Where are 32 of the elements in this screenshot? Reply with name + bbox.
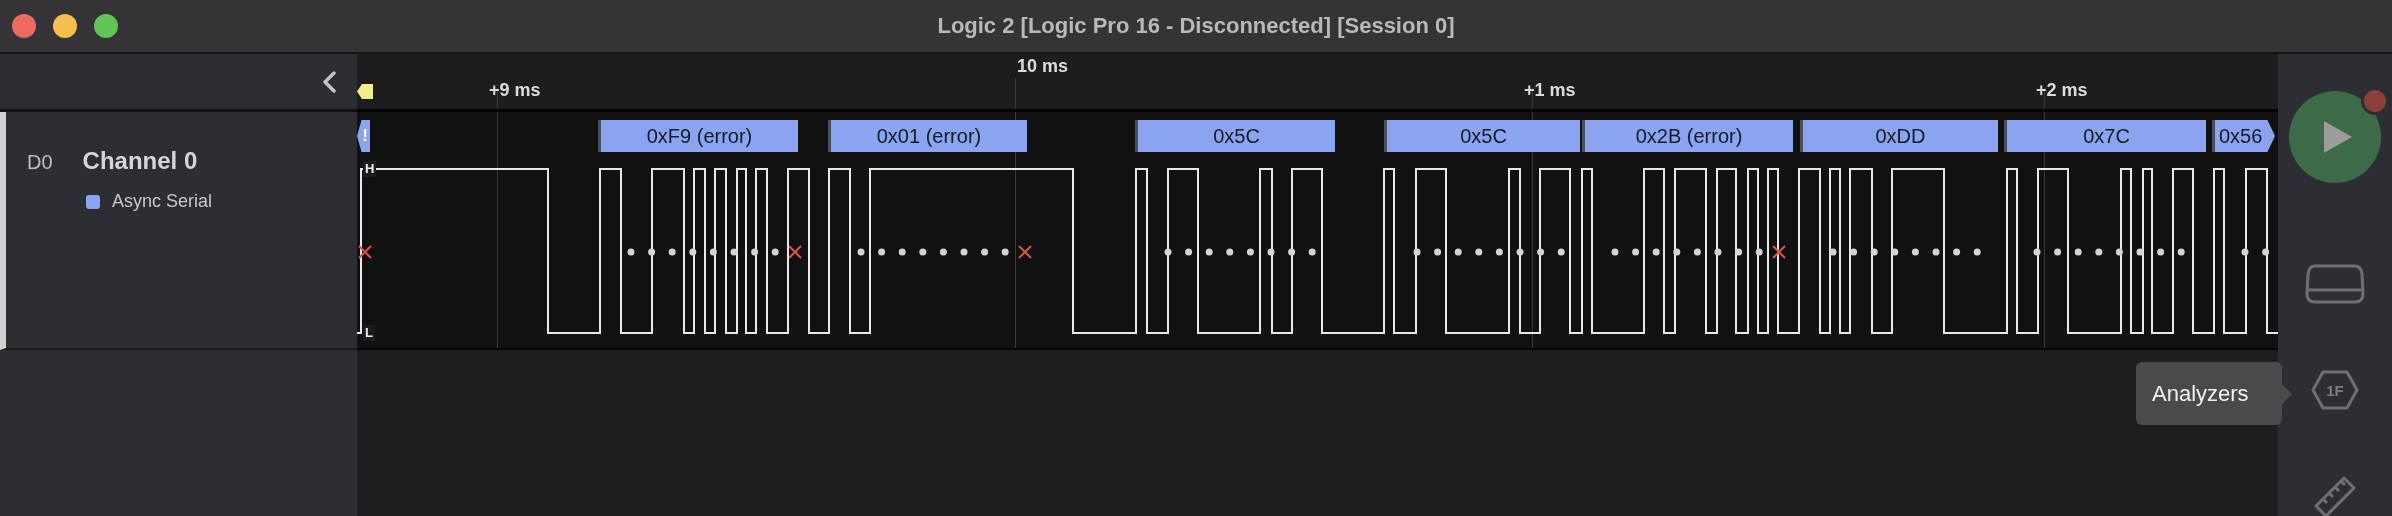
- analyzer-swatch: [86, 194, 100, 209]
- low-level-label: L: [363, 325, 375, 341]
- device-settings-button[interactable]: [2305, 264, 2365, 304]
- decoded-frame[interactable]: 0x01 (error): [828, 120, 1027, 152]
- time-tick-label: 10 ms: [1017, 56, 1069, 77]
- decoded-frame[interactable]: 0xF9 (error): [598, 120, 798, 152]
- ruler-icon: [2314, 476, 2356, 516]
- chevron-left-icon: [321, 70, 337, 93]
- time-tick-label: +9 ms: [489, 80, 541, 101]
- close-button[interactable]: [12, 14, 36, 38]
- tooltip-arrow: [2282, 384, 2292, 404]
- hexagon-icon: [2311, 370, 2359, 410]
- decoded-frame[interactable]: 0x56: [2212, 120, 2275, 152]
- decoded-frame[interactable]: 0x7C: [2004, 120, 2206, 152]
- decoded-frame[interactable]: 0x5C: [1384, 120, 1580, 152]
- marker-flag-icon[interactable]: [357, 84, 373, 99]
- channel-index: D0: [27, 151, 53, 174]
- time-tick-label: +2 ms: [2036, 80, 2088, 101]
- channel-name: Channel 0: [82, 147, 198, 175]
- decoded-frame[interactable]: 0xDD: [1800, 120, 1998, 152]
- minimize-button[interactable]: [53, 14, 77, 38]
- analyzer-name: Async Serial: [112, 191, 213, 212]
- device-icon: [2305, 264, 2365, 304]
- tooltip: Analyzers: [2136, 362, 2282, 425]
- window-title: Logic 2 [Logic Pro 16 - Disconnected] [Session 0]: [936, 13, 1456, 39]
- decoded-frame[interactable]: 0x2B (error): [1582, 120, 1793, 152]
- decoded-frame[interactable]: 0x5C: [1135, 120, 1335, 152]
- time-tick-label: +1 ms: [1524, 80, 1576, 101]
- measure-button[interactable]: [2314, 476, 2356, 516]
- maximize-button[interactable]: [94, 14, 118, 38]
- high-level-label: H: [363, 161, 377, 177]
- play-icon: [2322, 119, 2354, 155]
